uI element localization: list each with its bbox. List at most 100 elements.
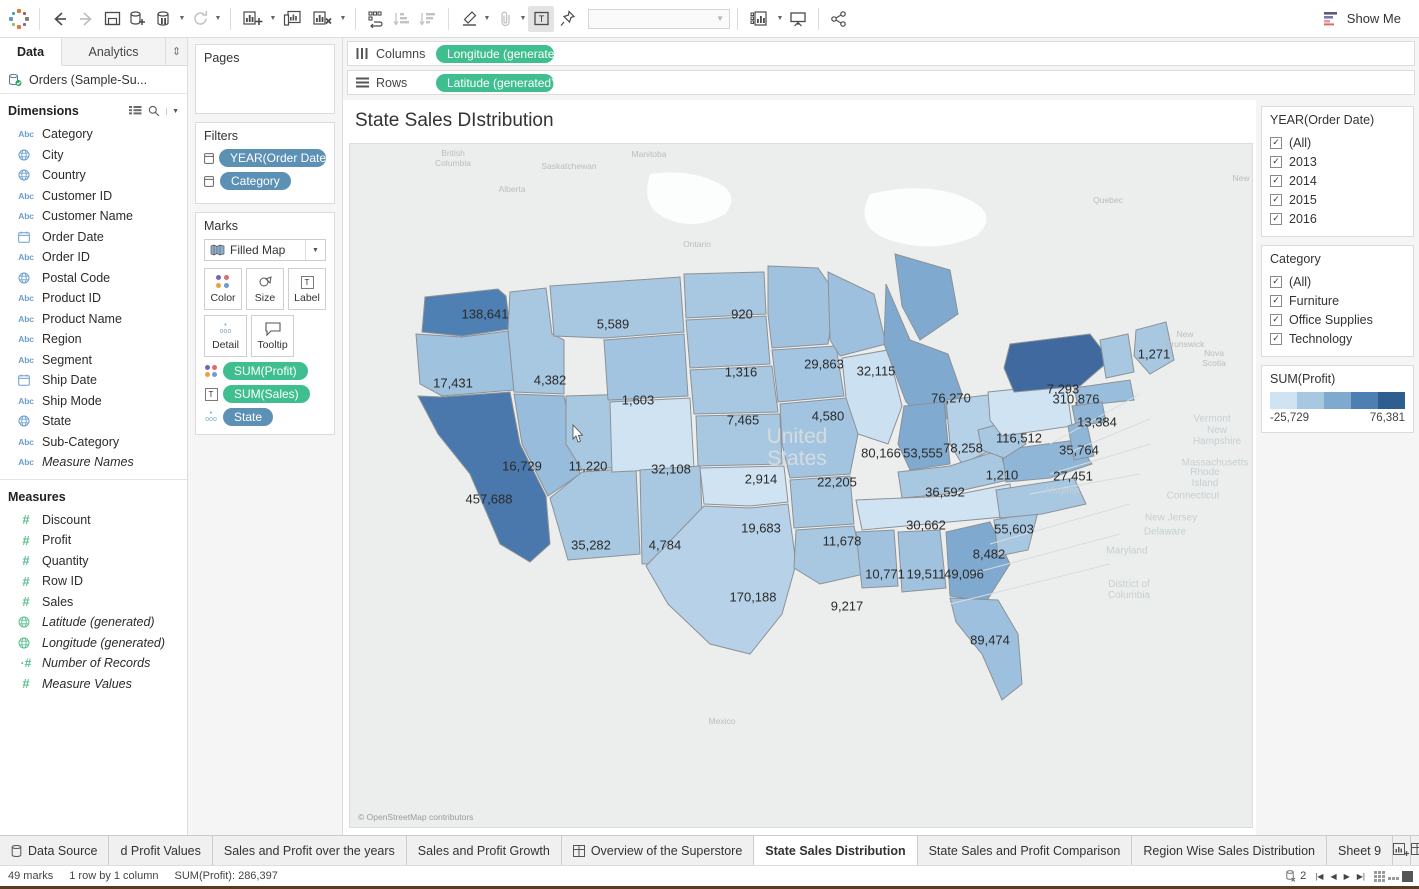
checkbox-icon[interactable]: ✓ [1270,174,1282,187]
dimension-item-city[interactable]: City [0,145,187,166]
duplicate-sheet-icon[interactable] [278,6,308,32]
year-option-2013[interactable]: ✓ 2013 [1270,152,1405,171]
datasource-item[interactable]: Orders (Sample-Su... [0,66,187,94]
dimension-item-product-id[interactable]: Abc Product ID [0,288,187,309]
pill-longitude[interactable]: Longitude (generated) [436,44,554,63]
page-navigation[interactable]: |◀ ◀ ▶ ▶| [1315,872,1365,881]
filter-pill[interactable]: Category [220,172,291,190]
pane-resize-handle-icon[interactable]: ⇕ [166,38,187,65]
measure-item-sales[interactable]: # Sales [0,592,187,613]
dimension-item-postal-code[interactable]: Postal Code [0,268,187,289]
highlight-caret-icon[interactable]: ▼ [482,6,492,32]
map-state-nebraska[interactable] [689,365,779,415]
map-canvas[interactable] [350,144,1253,828]
map-state-pennsylvania[interactable] [987,383,1073,437]
measure-item-longitude-generated-[interactable]: Longitude (generated) [0,633,187,654]
highlight-marker-icon[interactable] [456,6,482,32]
fit-select[interactable]: ▼ [588,8,730,29]
worksheet-tab-data-source[interactable]: Data Source [0,836,110,865]
show-sheet-icon[interactable] [1402,870,1413,882]
filter-row[interactable]: Category [204,172,326,190]
dimension-item-country[interactable]: Country [0,165,187,186]
measure-item-profit[interactable]: # Profit [0,530,187,551]
mark-card-color[interactable]: SUM(Profit) [204,362,326,380]
refresh-caret-icon[interactable]: ▼ [213,6,223,32]
worksheet-tab-state-sales-and-profit-comparison[interactable]: State Sales and Profit Comparison [917,836,1133,865]
dimension-item-product-name[interactable]: Abc Product Name [0,309,187,330]
worksheet-tab-sheet-9[interactable]: Sheet 9 [1326,836,1394,865]
map-state-mississippi[interactable] [855,529,899,589]
search-icon[interactable] [148,105,160,117]
map-state-indiana[interactable] [897,401,951,471]
category-option-office-supplies[interactable]: ✓ Office Supplies [1270,310,1405,329]
pin-icon[interactable] [554,6,580,32]
forward-icon[interactable] [73,6,99,32]
mark-card-label[interactable]: T SUM(Sales) [204,385,326,403]
dimension-item-state[interactable]: State [0,411,187,432]
new-data-source-icon[interactable] [125,6,151,32]
dimensions-menu-icon[interactable]: ▼ [166,107,179,115]
worksheet-tab-region-wise-sales-distribution[interactable]: Region Wise Sales Distribution [1132,836,1327,865]
worksheet-tab-sales-and-profit-growth[interactable]: Sales and Profit Growth [406,836,562,865]
pause-data-updates-icon[interactable] [151,6,177,32]
dimension-item-ship-date[interactable]: Ship Date [0,370,187,391]
fit-caret-icon[interactable]: ▼ [775,6,785,32]
rows-shelf[interactable]: Rows Latitude (generated) [347,70,1415,95]
checkbox-icon[interactable]: ✓ [1270,313,1282,326]
map-state-iowa[interactable] [771,345,845,403]
share-icon[interactable] [826,6,852,32]
mark-type-caret-icon[interactable]: ▼ [305,240,325,260]
worksheet-tab-state-sales-distribution[interactable]: State Sales Distribution [754,836,918,865]
sort-descending-icon[interactable] [415,6,441,32]
save-icon[interactable] [99,6,125,32]
map-state-oklahoma[interactable] [699,465,789,507]
checkbox-icon[interactable]: ✓ [1270,212,1282,225]
tooltip-button[interactable]: Tooltip [251,315,294,357]
mark-pill[interactable]: State [223,408,274,426]
new-sheet-caret-icon[interactable]: ▼ [268,6,278,32]
checkbox-icon[interactable]: ✓ [1270,332,1282,345]
sort-ascending-icon[interactable] [389,6,415,32]
category-option-technology[interactable]: ✓ Technology [1270,329,1405,348]
checkbox-icon[interactable]: ✓ [1270,294,1282,307]
fit-icon[interactable] [745,6,775,32]
null-indicator[interactable]: 2 [1286,870,1306,882]
map-state-oregon[interactable] [415,330,515,397]
pause-caret-icon[interactable]: ▼ [177,6,187,32]
presentation-mode-icon[interactable] [785,6,811,32]
dimension-item-customer-id[interactable]: Abc Customer ID [0,186,187,207]
category-option-furniture[interactable]: ✓ Furniture [1270,291,1405,310]
worksheet-tab-d-profit-values[interactable]: d Profit Values [109,836,213,865]
map-state-north-dakota[interactable] [683,271,767,319]
filter-row[interactable]: YEAR(Order Date) [204,149,326,167]
category-option--all-[interactable]: ✓ (All) [1270,272,1405,291]
year-option-2015[interactable]: ✓ 2015 [1270,190,1405,209]
show-me-button[interactable]: Show Me [1317,8,1413,29]
dimension-item-customer-name[interactable]: Abc Customer Name [0,206,187,227]
dimension-item-segment[interactable]: Abc Segment [0,350,187,371]
color-gradient[interactable] [1270,392,1405,409]
map-state-wyoming[interactable] [603,333,689,401]
worksheet-tab-overview-of-the-superstore[interactable]: Overview of the Superstore [561,836,755,865]
size-button[interactable]: Size [246,268,284,310]
first-page-icon[interactable]: |◀ [1315,872,1323,881]
columns-shelf[interactable]: Columns Longitude (generated) [347,41,1415,66]
last-page-icon[interactable]: ▶| [1357,872,1365,881]
tableau-logo-icon[interactable] [6,6,32,32]
map-view[interactable]: British Columbia Alberta Saskatchewan Manito… [349,143,1253,828]
view-mode-buttons[interactable] [1374,870,1413,882]
checkbox-icon[interactable]: ✓ [1270,193,1282,206]
checkbox-icon[interactable]: ✓ [1270,275,1282,288]
dimension-item-category[interactable]: Abc Category [0,124,187,145]
next-page-icon[interactable]: ▶ [1344,872,1350,881]
mark-pill[interactable]: SUM(Sales) [223,385,310,403]
clear-caret-icon[interactable]: ▼ [338,6,348,32]
map-state-washington[interactable] [421,288,511,337]
show-cards-icon[interactable] [1374,870,1385,882]
new-worksheet-icon[interactable] [238,6,268,32]
show-mark-labels-icon[interactable]: T [528,5,554,32]
detail-button[interactable]: • ooo Detail [204,315,247,357]
paperclip-caret-icon[interactable]: ▼ [518,6,528,32]
map-state-south-dakota[interactable] [685,315,771,369]
measure-item-number-of-records[interactable]: ·# Number of Records [0,653,187,674]
